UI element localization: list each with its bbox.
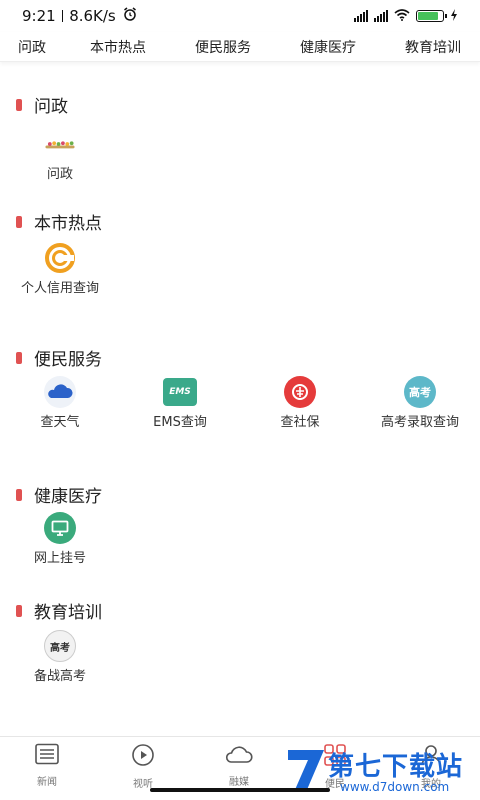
battery-icon (416, 10, 447, 22)
status-divider (61, 10, 64, 22)
news-list-icon (34, 743, 60, 769)
service-label: 个人信用查询 (20, 281, 99, 296)
section-title-text: 教育培训 (34, 603, 102, 623)
ems-icon: EMS (163, 378, 197, 406)
status-bar: 9:21 8.6K/s (0, 0, 480, 32)
tab-local-hot[interactable]: 本市热点 (90, 37, 146, 57)
section-marker (16, 98, 22, 111)
nav-audio-video[interactable]: 视听 (113, 743, 173, 790)
ems-icon-text: EMS (169, 387, 191, 397)
nav-media[interactable]: 融媒 (209, 743, 269, 788)
section-title-wenzheng: 问政 (16, 92, 68, 117)
charging-icon (450, 8, 458, 24)
service-weather[interactable]: 查天气 (5, 376, 115, 432)
section-title-text: 便民服务 (34, 350, 102, 370)
nav-label: 新闻 (37, 777, 57, 788)
nav-news[interactable]: 新闻 (17, 743, 77, 788)
section-title-text: 本市热点 (34, 214, 102, 234)
service-ems[interactable]: EMS EMS查询 (125, 376, 235, 432)
service-label: 查天气 (40, 415, 80, 430)
section-marker (16, 604, 22, 617)
alarm-icon (122, 6, 138, 26)
signal-icon (374, 10, 388, 22)
service-label: 网上挂号 (33, 551, 86, 566)
cloud-icon (225, 743, 253, 769)
gaokao-icon: 高考 (404, 376, 436, 408)
section-title-education: 教育培训 (16, 598, 102, 623)
service-wenzheng[interactable]: 问政 (5, 128, 115, 184)
watermark-url: www.d7down.com (340, 780, 450, 794)
section-title-text: 问政 (34, 97, 68, 117)
service-label: 备战高考 (33, 669, 86, 684)
service-label: 查社保 (280, 415, 320, 430)
exam-prep-icon-text: 高考 (50, 642, 70, 654)
service-online-registration[interactable]: 网上挂号 (5, 512, 115, 568)
service-label: 高考录取查询 (380, 415, 459, 430)
exam-prep-icon: 高考 (44, 630, 76, 662)
nav-label: 融媒 (229, 777, 249, 788)
section-marker (16, 488, 22, 501)
tab-convenience[interactable]: 便民服务 (195, 37, 251, 57)
credit-icon (44, 242, 76, 274)
section-title-local-hot: 本市热点 (16, 209, 102, 234)
category-tabs: 问政 本市热点 便民服务 健康医疗 教育培训 (0, 32, 480, 62)
gaokao-icon-text: 高考 (409, 386, 431, 399)
service-label: EMS查询 (153, 415, 207, 430)
status-speed: 8.6K/s (69, 7, 116, 25)
flowers-icon (44, 128, 76, 160)
service-label: 问政 (46, 167, 73, 182)
wifi-icon (394, 8, 410, 24)
section-marker (16, 215, 22, 228)
tab-health[interactable]: 健康医疗 (300, 37, 356, 57)
home-indicator (150, 788, 330, 792)
play-icon (131, 743, 155, 771)
tab-education[interactable]: 教育培训 (405, 37, 461, 57)
service-credit-query[interactable]: 个人信用查询 (5, 242, 115, 298)
signal-icon (354, 10, 368, 22)
section-title-text: 健康医疗 (34, 487, 102, 507)
service-exam-prep[interactable]: 高考 备战高考 (5, 630, 115, 686)
service-gaokao-query[interactable]: 高考 高考录取查询 (365, 376, 475, 432)
weather-cloud-icon (44, 376, 76, 408)
service-social-security[interactable]: 查社保 (245, 376, 355, 432)
status-time: 9:21 (22, 7, 56, 25)
section-marker (16, 351, 22, 364)
monitor-icon (44, 512, 76, 544)
tab-wenzheng[interactable]: 问政 (18, 37, 46, 57)
social-security-icon (284, 376, 316, 408)
section-title-health: 健康医疗 (16, 482, 102, 507)
watermark-title: 第七下载站 (328, 752, 464, 782)
section-title-convenience: 便民服务 (16, 345, 102, 370)
